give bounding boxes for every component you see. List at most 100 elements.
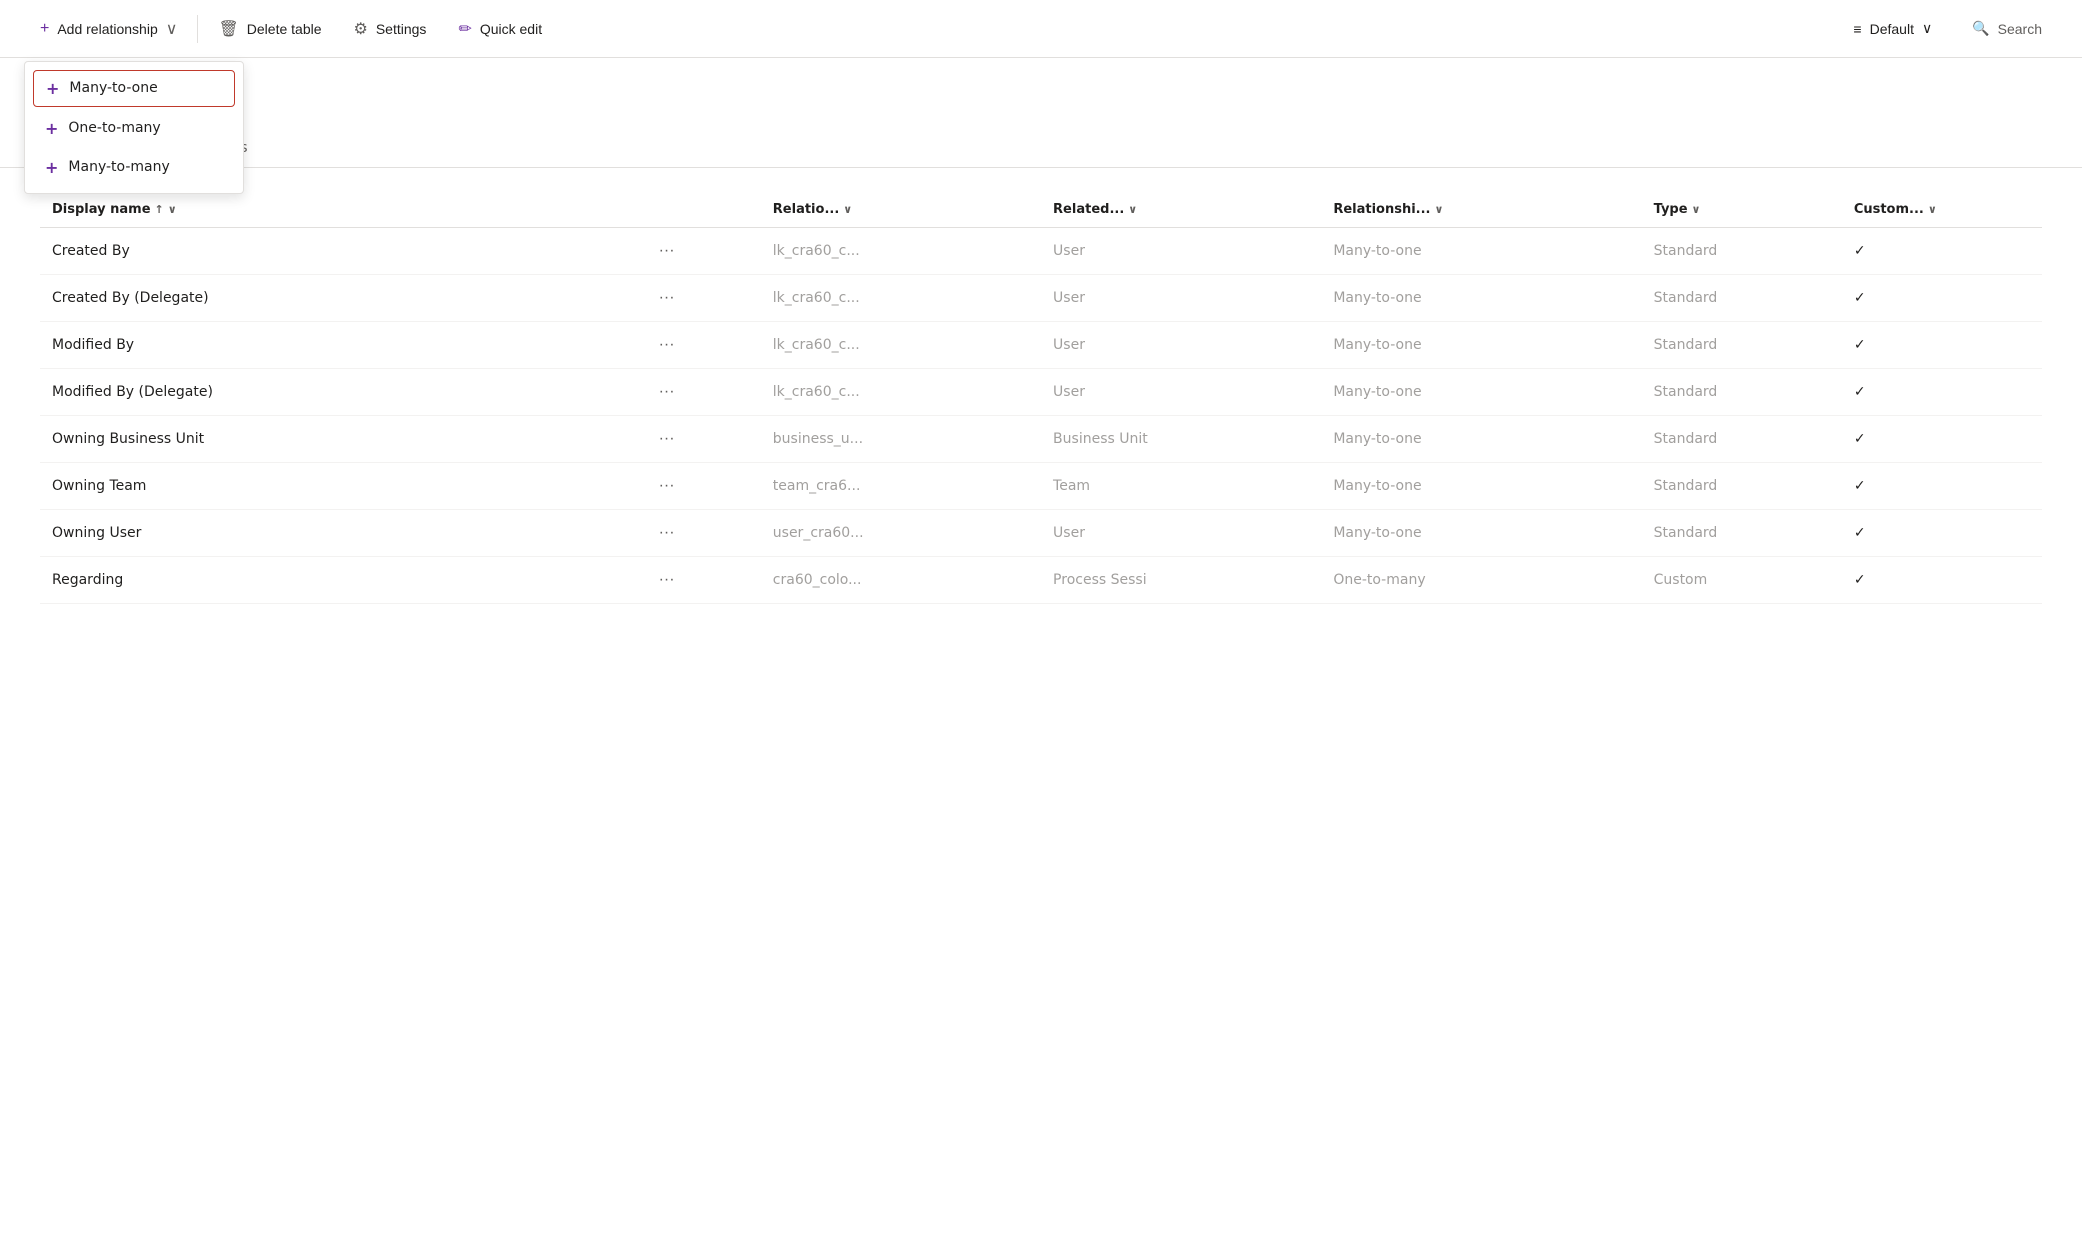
col-header-custom[interactable]: Custom... ∨ <box>1842 192 2042 228</box>
col-type-label: Type <box>1654 202 1688 217</box>
add-relationship-button[interactable]: + Add relationship ∨ <box>24 11 193 47</box>
default-view-button[interactable]: ≡ Default ∨ <box>1837 12 1948 45</box>
cell-more-3: ··· <box>641 369 761 416</box>
table-row: Owning Team ··· team_cra6... Team Many-t… <box>40 463 2042 510</box>
col-related-sort-icon: ∨ <box>1128 203 1137 216</box>
cell-relation-3: lk_cra60_c... <box>761 369 1041 416</box>
col-relationship-label: Relationshi... <box>1333 202 1430 217</box>
more-button-1[interactable]: ··· <box>653 287 681 309</box>
add-relationship-dropdown: + Add relationship ∨ + Many-to-one + One… <box>24 11 193 47</box>
col-header-relationship[interactable]: Relationshi... ∨ <box>1321 192 1641 228</box>
quick-edit-button[interactable]: ✏ Quick edit <box>442 11 558 47</box>
cell-custom-5: ✓ <box>1842 463 2042 510</box>
delete-table-label: Delete table <box>247 21 322 37</box>
gear-icon: ⚙ <box>354 19 368 39</box>
many-to-one-label: Many-to-one <box>69 80 157 96</box>
page-title: Color <box>40 93 2042 118</box>
delete-table-button[interactable]: 🗑 Delete table <box>202 11 337 47</box>
many-to-many-plus-icon: + <box>45 158 58 177</box>
dropdown-item-many-to-one[interactable]: + Many-to-one <box>33 70 235 107</box>
cell-display-name-6: Owning User <box>40 510 641 557</box>
cell-more-0: ··· <box>641 228 761 275</box>
trash-icon: 🗑 <box>218 19 238 39</box>
cell-custom-6: ✓ <box>1842 510 2042 557</box>
cell-more-2: ··· <box>641 322 761 369</box>
cell-related-0: User <box>1041 228 1321 275</box>
col-header-related[interactable]: Related... ∨ <box>1041 192 1321 228</box>
cell-more-7: ··· <box>641 557 761 604</box>
relationships-table: Display name ↑ ∨ Relatio... ∨ Related... <box>40 192 2042 604</box>
cell-display-name-7: Regarding <box>40 557 641 604</box>
table-row: Regarding ··· cra60_colo... Process Sess… <box>40 557 2042 604</box>
cell-related-3: User <box>1041 369 1321 416</box>
cell-related-1: User <box>1041 275 1321 322</box>
col-header-type[interactable]: Type ∨ <box>1642 192 1842 228</box>
cell-custom-4: ✓ <box>1842 416 2042 463</box>
col-relation-sort-icon: ∨ <box>843 203 852 216</box>
sort-desc-icon: ∨ <box>168 203 177 216</box>
table-row: Owning Business Unit ··· business_u... B… <box>40 416 2042 463</box>
table-row: Owning User ··· user_cra60... User Many-… <box>40 510 2042 557</box>
col-related-label: Related... <box>1053 202 1124 217</box>
search-button[interactable]: 🔍 Search <box>1956 12 2058 45</box>
cell-relation-1: lk_cra60_c... <box>761 275 1041 322</box>
col-relation-label: Relatio... <box>773 202 839 217</box>
col-custom-sort-icon: ∨ <box>1928 203 1937 216</box>
cell-type-5: Standard <box>1642 463 1842 510</box>
table-row: Modified By ··· lk_cra60_c... User Many-… <box>40 322 2042 369</box>
cell-type-0: Standard <box>1642 228 1842 275</box>
cell-relationship-2: Many-to-one <box>1321 322 1641 369</box>
toolbar-right: ≡ Default ∨ 🔍 Search <box>1837 12 2058 45</box>
default-label: Default <box>1870 21 1914 37</box>
more-button-2[interactable]: ··· <box>653 334 681 356</box>
breadcrumb: Tables › Color <box>40 74 2042 89</box>
more-button-0[interactable]: ··· <box>653 240 681 262</box>
settings-button[interactable]: ⚙ Settings <box>338 11 443 47</box>
cell-custom-3: ✓ <box>1842 369 2042 416</box>
cell-relationship-7: One-to-many <box>1321 557 1641 604</box>
dropdown-item-one-to-many[interactable]: + One-to-many <box>25 109 243 148</box>
menu-icon: ≡ <box>1853 21 1861 37</box>
more-button-7[interactable]: ··· <box>653 569 681 591</box>
table-row: Modified By (Delegate) ··· lk_cra60_c...… <box>40 369 2042 416</box>
col-custom-label: Custom... <box>1854 202 1924 217</box>
cell-relationship-4: Many-to-one <box>1321 416 1641 463</box>
cell-display-name-0: Created By <box>40 228 641 275</box>
cell-relation-6: user_cra60... <box>761 510 1041 557</box>
col-type-sort-icon: ∨ <box>1692 203 1701 216</box>
cell-related-4: Business Unit <box>1041 416 1321 463</box>
add-relationship-label: Add relationship <box>57 21 157 37</box>
relationship-dropdown-menu: + Many-to-one + One-to-many + Many-to-ma… <box>24 61 244 194</box>
more-button-3[interactable]: ··· <box>653 381 681 403</box>
cell-type-4: Standard <box>1642 416 1842 463</box>
cell-related-2: User <box>1041 322 1321 369</box>
more-button-4[interactable]: ··· <box>653 428 681 450</box>
table-header-row: Display name ↑ ∨ Relatio... ∨ Related... <box>40 192 2042 228</box>
cell-relationship-0: Many-to-one <box>1321 228 1641 275</box>
cell-more-6: ··· <box>641 510 761 557</box>
cell-more-4: ··· <box>641 416 761 463</box>
more-button-6[interactable]: ··· <box>653 522 681 544</box>
col-header-display-name[interactable]: Display name ↑ ∨ <box>40 192 641 228</box>
cell-type-6: Standard <box>1642 510 1842 557</box>
dropdown-item-many-to-many[interactable]: + Many-to-many <box>25 148 243 187</box>
checkmark-icon: ✓ <box>1854 431 1866 447</box>
cell-type-7: Custom <box>1642 557 1842 604</box>
col-header-relation[interactable]: Relatio... ∨ <box>761 192 1041 228</box>
more-button-5[interactable]: ··· <box>653 475 681 497</box>
settings-label: Settings <box>376 21 427 37</box>
relationships-table-container: Display name ↑ ∨ Relatio... ∨ Related... <box>0 168 2082 628</box>
cell-type-2: Standard <box>1642 322 1842 369</box>
cell-type-3: Standard <box>1642 369 1842 416</box>
cell-relationship-5: Many-to-one <box>1321 463 1641 510</box>
col-header-more <box>641 192 761 228</box>
search-label: Search <box>1998 21 2042 37</box>
plus-icon: + <box>40 20 49 38</box>
cell-relationship-3: Many-to-one <box>1321 369 1641 416</box>
cell-more-5: ··· <box>641 463 761 510</box>
cell-type-1: Standard <box>1642 275 1842 322</box>
quick-edit-label: Quick edit <box>480 21 542 37</box>
cell-relationship-1: Many-to-one <box>1321 275 1641 322</box>
table-body: Created By ··· lk_cra60_c... User Many-t… <box>40 228 2042 604</box>
search-icon: 🔍 <box>1972 20 1989 37</box>
